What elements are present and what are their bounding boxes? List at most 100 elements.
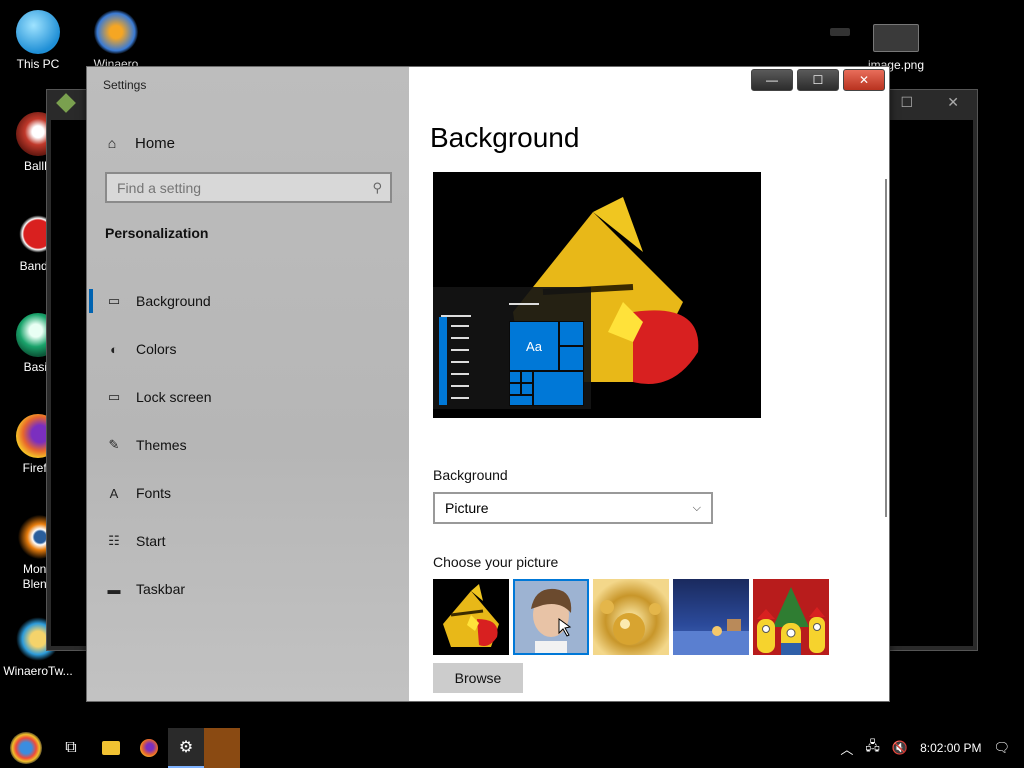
menu-line [451,373,469,375]
themes-icon: ✎ [108,437,120,452]
menu-line [451,385,469,387]
close-icon[interactable]: ✕ [947,94,959,111]
nav-item-start[interactable]: ☷ Start [87,517,409,565]
ornaments-thumbnail-image [600,600,661,645]
caption-buttons: — ☐ ✕ [751,69,885,91]
settings-taskbar-button[interactable]: ⚙ [168,728,204,768]
network-icon[interactable]: 🖧 [865,737,880,759]
menu-line [451,361,469,363]
desktop-icon-label: This PC [16,57,60,71]
desktop-icon-image-png[interactable]: image.png [858,24,934,72]
image-icon: ▭ [107,293,121,308]
app-taskbar-button[interactable] [204,728,240,768]
maximize-icon[interactable]: ☐ [900,94,913,111]
palette-icon: ◐ [110,341,118,357]
nav-item-lock-screen[interactable]: ▭ Lock screen [87,373,409,421]
page-title: Background [430,122,580,153]
tile-preview-text: Aa [509,321,559,371]
start-button[interactable] [4,728,48,768]
start-icon: ☷ [108,533,120,548]
choose-picture-label: Choose your picture [433,554,559,570]
nav-item-label: Taskbar [136,581,186,597]
small-window-icon [830,28,850,36]
nav-item-label: Lock screen [136,389,212,405]
thumbnail-night-scene[interactable] [673,579,749,655]
maximize-button[interactable]: ☐ [797,69,839,91]
nav-list: ▭ Background ◐ Colors ▭ Lock screen ✎ Th… [87,277,409,613]
menu-accent-bar [439,317,447,405]
winaero-icon [94,10,138,54]
clock[interactable]: 8:02:00 PM [920,741,981,755]
app-icon [204,728,240,768]
select-value: Picture [445,500,489,516]
search-icon[interactable]: ⚲ [372,180,382,196]
taskbar-icon: ▬ [107,581,121,597]
nav-item-label: Start [136,533,166,549]
thumbnail-minions-christmas[interactable] [753,579,829,655]
night-scene-thumbnail-image [673,619,749,655]
angry-bird-thumbnail-image [443,584,499,647]
computer-icon [16,10,60,54]
sidebar: Settings ⌂ Home ⚲ Personalization ▭ Back… [87,67,409,701]
home-icon: ⌂ [107,135,117,151]
tile [509,371,521,383]
minimize-button[interactable]: — [751,69,793,91]
nav-home[interactable]: ⌂ Home [103,131,175,155]
desktop-icon-winaero[interactable]: Winaero [78,10,154,71]
browse-button[interactable]: Browse [433,663,523,693]
firefox-icon [140,739,158,757]
tile [521,383,533,395]
desktop-icon-this-pc[interactable]: This PC [0,10,76,71]
preview-taskbar [433,409,761,418]
nav-item-fonts[interactable]: A Fonts [87,469,409,517]
nav-item-themes[interactable]: ✎ Themes [87,421,409,469]
start-tiles: Aa [509,321,584,406]
volume-muted-icon[interactable]: 🔇 [892,740,908,756]
search-box[interactable]: ⚲ [105,172,392,203]
thumbnail-portrait[interactable] [513,579,589,655]
nav-item-label: Themes [136,437,187,453]
image-file-icon [873,24,919,52]
file-explorer-button[interactable] [92,728,130,768]
nav-item-taskbar[interactable]: ▬ Taskbar [87,565,409,613]
folder-icon [102,741,120,755]
nav-item-colors[interactable]: ◐ Colors [87,325,409,373]
tile [509,383,521,395]
minions-thumbnail-image [757,587,825,655]
background-preview: Aa [433,172,761,418]
background-type-select[interactable]: Picture ⌵ [433,492,713,524]
desktop-icon-label: WinaeroTw... [3,664,73,678]
notification-icon[interactable]: 🗨 [993,740,1010,756]
gear-icon: ⚙ [178,739,194,756]
nav-item-label: Background [136,293,211,309]
background-label: Background [433,467,508,483]
nav-home-label: Home [135,134,176,152]
tile [559,321,584,346]
close-button[interactable]: ✕ [843,69,885,91]
portrait-thumbnail-image [513,579,589,655]
start-orb-icon [10,732,42,764]
chevron-up-icon[interactable]: ︿ [840,739,853,758]
lock-screen-icon: ▭ [107,389,121,404]
settings-window: Settings ⌂ Home ⚲ Personalization ▭ Back… [86,66,890,702]
nav-item-background[interactable]: ▭ Background [87,277,409,325]
window-title: Settings [103,78,147,92]
main-content: — ☐ ✕ Background Aa Background Picture ⌵… [409,67,889,701]
menu-line [509,303,539,305]
scrollbar[interactable] [885,179,887,517]
firefox-taskbar-button[interactable] [130,728,168,768]
menu-line [451,337,469,339]
search-input[interactable] [117,179,373,196]
picture-thumbnails [433,579,829,655]
thumbnail-golden-ornaments[interactable] [593,579,669,655]
nav-item-label: Fonts [136,485,172,501]
tile [533,371,584,406]
task-view-button[interactable]: ⧉ [52,728,90,768]
chevron-down-icon: ⌵ [692,501,701,514]
thumbnail-angry-bird[interactable] [433,579,509,655]
menu-line [451,349,469,351]
fonts-icon: A [109,485,119,501]
tile [509,395,533,406]
task-view-icon: ⧉ [65,739,77,756]
system-tray: ︿ 🖧 🔇 8:02:00 PM 🗨 [834,728,1024,768]
